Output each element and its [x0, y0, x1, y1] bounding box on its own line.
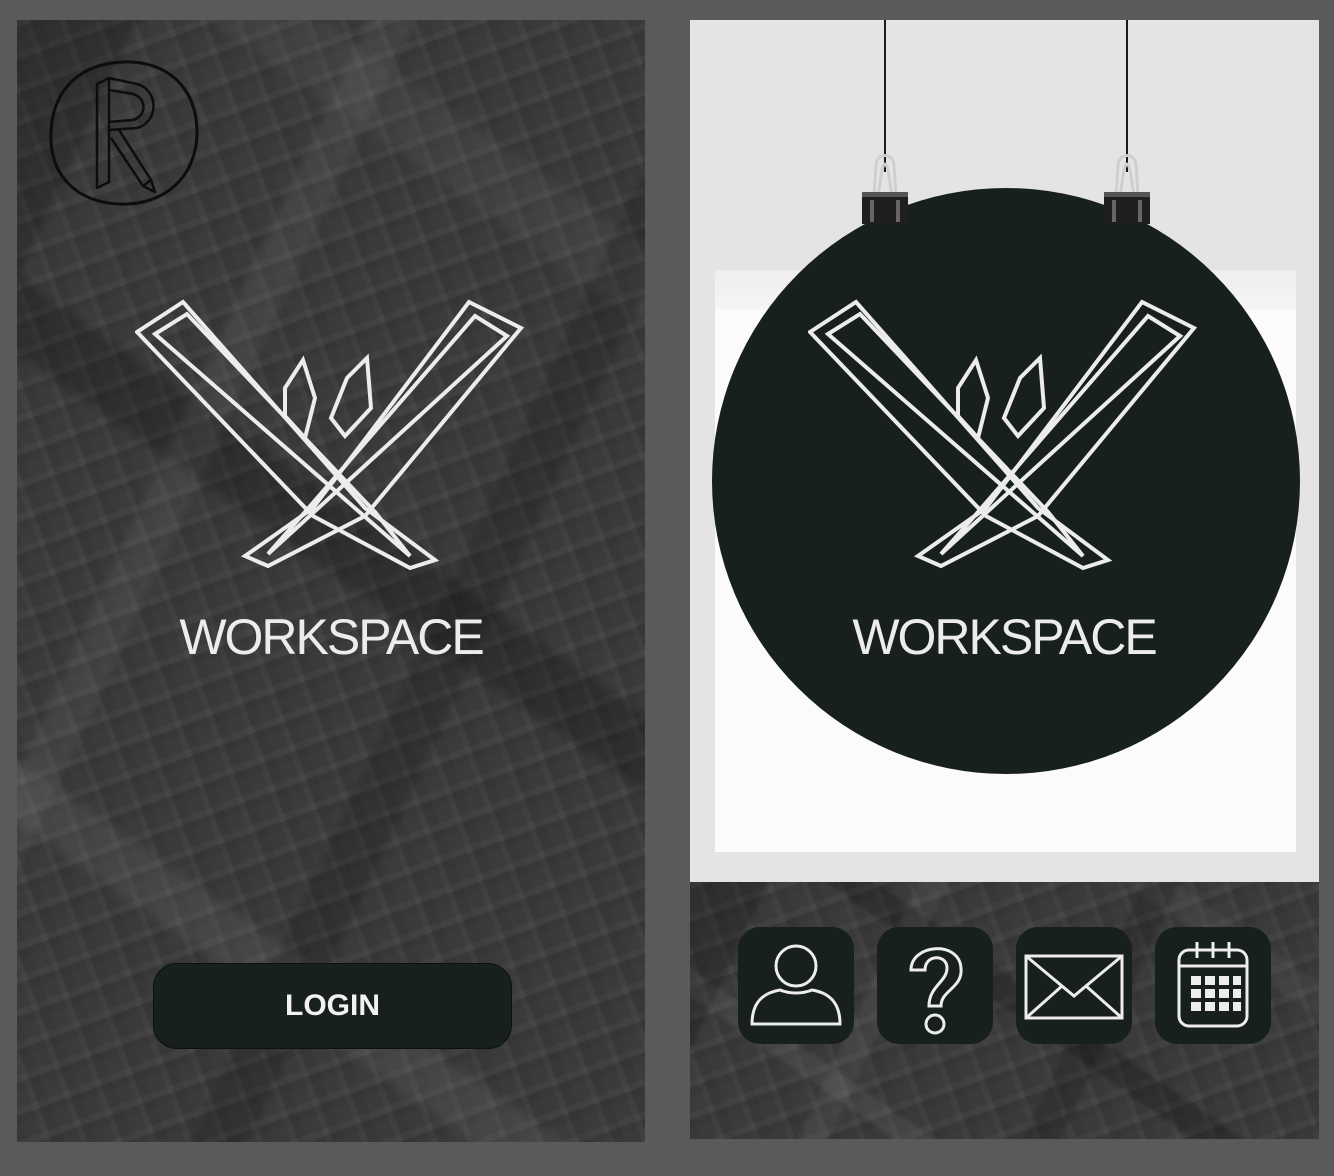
binder-clip-icon	[1104, 154, 1150, 224]
r-monogram-icon[interactable]	[47, 58, 199, 208]
profile-icon	[750, 944, 842, 1025]
mail-icon	[1024, 954, 1124, 1019]
calendar-button[interactable]	[1155, 927, 1271, 1044]
mail-button[interactable]	[1016, 927, 1132, 1044]
login-button[interactable]: LOGIN	[153, 963, 512, 1049]
workspace-w-logo-icon	[135, 299, 525, 570]
workspace-w-logo-icon	[808, 299, 1198, 570]
help-button[interactable]	[877, 927, 993, 1044]
profile-button[interactable]	[738, 927, 854, 1044]
login-screen: WORKSPACE LOGIN	[17, 20, 645, 1142]
brand-title: WORKSPACE	[852, 609, 1157, 665]
binder-clip-icon	[862, 154, 908, 224]
help-icon	[909, 946, 963, 1034]
calendar-icon	[1177, 941, 1249, 1027]
brand-title: WORKSPACE	[179, 609, 484, 665]
